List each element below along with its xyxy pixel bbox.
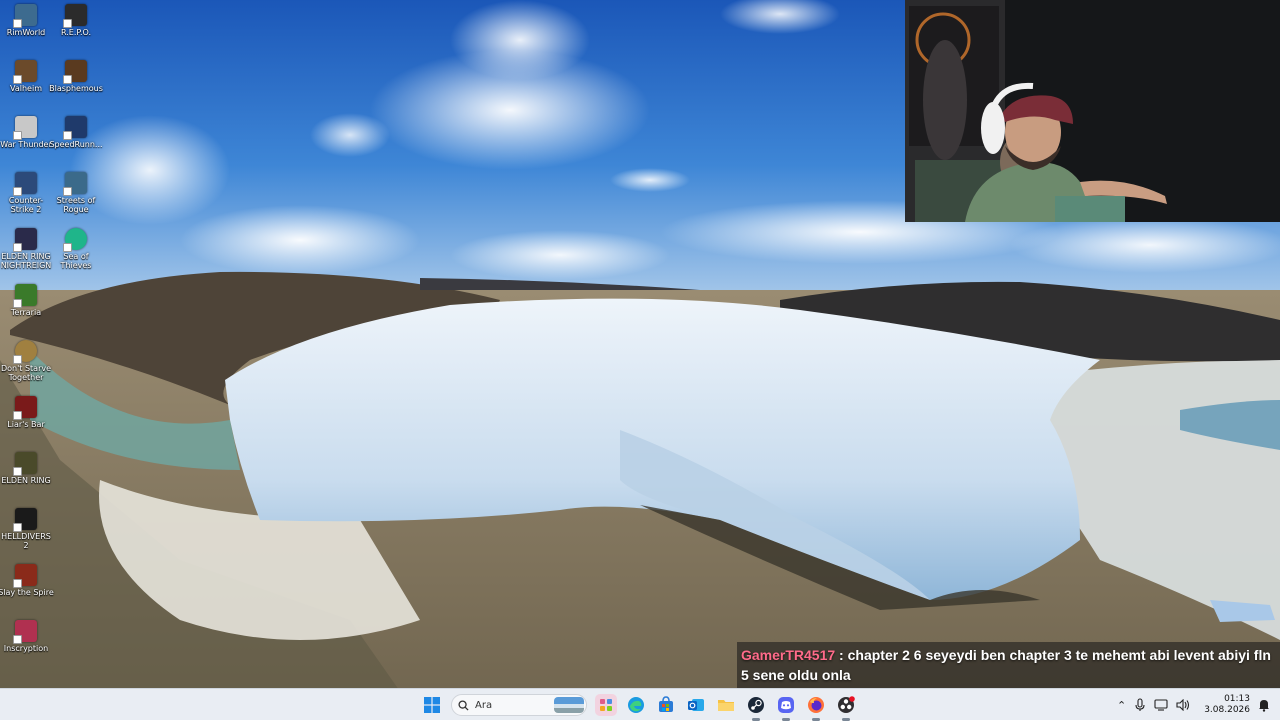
start-button[interactable] <box>421 694 443 716</box>
desktop-icon-label: Sea of Thieves <box>60 252 92 270</box>
terraria-icon <box>13 284 37 308</box>
windows-logo-icon <box>424 697 440 713</box>
liars-bar-icon <box>13 396 37 420</box>
search-placeholder: Ara <box>475 699 493 711</box>
desktop-icon-dont-starve-together[interactable]: Don't Starve Together <box>0 340 52 382</box>
desktop-icon-counter-strike-2[interactable]: Counter-Strike 2 <box>0 172 52 214</box>
desktop-icon-speedrunners[interactable]: SpeedRunn... <box>49 116 103 149</box>
network-icon[interactable] <box>1154 699 1168 711</box>
desktop-icon-label: RimWorld <box>6 28 46 37</box>
stream-chat-message: GamerTR4517 : chapter 2 6 seyeydi ben ch… <box>737 642 1280 688</box>
desktop-icon-label: Streets of Rogue <box>56 196 96 214</box>
clock-time: 01:13 <box>1224 694 1250 704</box>
blasphemous-icon <box>63 60 87 84</box>
desktop-icon-label: Inscryption <box>3 644 49 653</box>
clock[interactable]: 01:13 3.08.2026 <box>1204 694 1250 716</box>
desktop-icon-terraria[interactable]: Terraria <box>0 284 52 317</box>
desktop-icon-streets-of-rogue[interactable]: Streets of Rogue <box>50 172 102 214</box>
outlook-button[interactable] <box>685 694 707 716</box>
desktop-icon-label: Terraria <box>10 308 42 317</box>
widgets-icon <box>600 699 612 711</box>
desktop-icon-label: War Thunder <box>0 140 52 149</box>
firefox-button[interactable] <box>805 694 827 721</box>
widgets-button[interactable] <box>595 694 617 716</box>
steam-button[interactable] <box>745 694 767 721</box>
desktop-icon-label: Liar's Bar <box>7 420 45 429</box>
desktop-icon-label: ELDEN RING <box>1 476 51 485</box>
obs-button[interactable] <box>835 694 857 721</box>
counter-strike-icon <box>13 172 37 196</box>
taskbar: Ara ⌃ 01:13 3.08.2026 <box>0 688 1280 721</box>
desktop-icon-helldivers-2[interactable]: HELLDIVERS 2 <box>0 508 52 550</box>
store-icon <box>659 696 673 712</box>
store-button[interactable] <box>655 694 677 716</box>
discord-icon <box>778 697 794 713</box>
desktop-icon-label: R.E.P.O. <box>60 28 92 37</box>
dont-starve-icon <box>13 340 37 364</box>
elden-ring-nightreign-icon <box>13 228 37 252</box>
repo-icon <box>63 4 87 28</box>
war-thunder-icon <box>13 116 37 140</box>
webcam-feed <box>905 0 1280 222</box>
desktop-icon-blasphemous[interactable]: Blasphemous <box>49 60 103 93</box>
taskbar-apps: Ara <box>421 689 857 721</box>
edge-icon <box>628 697 644 713</box>
chat-separator: : <box>835 647 848 663</box>
desktop-icon-label: Valheim <box>10 84 42 93</box>
outlook-icon <box>688 699 704 711</box>
desktop-icon-elden-ring-nightreign[interactable]: ELDEN RING NIGHTREIGN <box>0 228 52 270</box>
microphone-icon[interactable] <box>1134 698 1146 712</box>
file-explorer-button[interactable] <box>715 694 737 716</box>
webcam-overlay <box>905 0 1280 222</box>
desktop-icon-label: SpeedRunn... <box>49 140 103 149</box>
volume-icon[interactable] <box>1176 699 1190 711</box>
search-icon <box>458 699 469 711</box>
search-highlight-image <box>554 697 584 713</box>
folder-icon <box>718 700 734 711</box>
chat-username: GamerTR4517 <box>741 647 836 663</box>
clock-date: 3.08.2026 <box>1204 705 1250 715</box>
chevron-up-icon[interactable]: ⌃ <box>1117 699 1126 712</box>
desktop-icon-grid: RimWorld R.E.P.O. Valheim Blasphemous Wa… <box>0 0 110 688</box>
steam-icon <box>748 697 764 713</box>
desktop-icon-label: Slay the Spire <box>0 588 54 597</box>
edge-button[interactable] <box>625 694 647 716</box>
streets-of-rogue-icon <box>63 172 87 196</box>
desktop-icon-label: Blasphemous <box>49 84 103 93</box>
firefox-icon <box>808 697 824 713</box>
taskbar-search[interactable]: Ara <box>451 694 587 716</box>
obs-icon <box>838 696 855 713</box>
notification-bell-icon[interactable] <box>1258 698 1270 712</box>
desktop-icon-repo[interactable]: R.E.P.O. <box>50 4 102 37</box>
desktop-icon-label: Don't Starve Together <box>0 364 52 382</box>
desktop-icon-valheim[interactable]: Valheim <box>0 60 52 93</box>
desktop-icon-label: ELDEN RING NIGHTREIGN <box>0 252 52 270</box>
desktop-icon-liars-bar[interactable]: Liar's Bar <box>0 396 52 429</box>
desktop-icon-war-thunder[interactable]: War Thunder <box>0 116 52 149</box>
system-tray: ⌃ 01:13 3.08.2026 <box>1117 689 1280 721</box>
sea-of-thieves-icon <box>63 228 87 252</box>
elden-ring-icon <box>13 452 37 476</box>
rimworld-icon <box>13 4 37 28</box>
discord-button[interactable] <box>775 694 797 721</box>
desktop-icon-inscryption[interactable]: Inscryption <box>0 620 52 653</box>
helldivers-icon <box>13 508 37 532</box>
desktop-icon-slay-the-spire[interactable]: Slay the Spire <box>0 564 54 597</box>
desktop-icon-label: HELLDIVERS 2 <box>1 532 51 550</box>
desktop-icon-elden-ring[interactable]: ELDEN RING <box>0 452 52 485</box>
desktop-icon-sea-of-thieves[interactable]: Sea of Thieves <box>50 228 102 270</box>
desktop-icon-rimworld[interactable]: RimWorld <box>0 4 52 37</box>
desktop-icon-label: Counter-Strike 2 <box>8 196 44 214</box>
slay-the-spire-icon <box>13 564 37 588</box>
inscryption-icon <box>13 620 37 644</box>
valheim-icon <box>13 60 37 84</box>
speedrunners-icon <box>63 116 87 140</box>
